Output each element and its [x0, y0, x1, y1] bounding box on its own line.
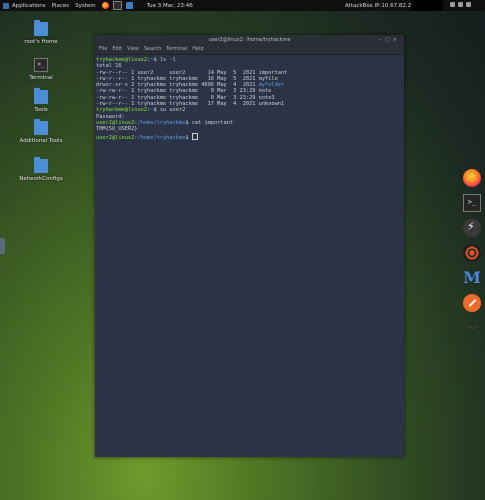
kali-icon[interactable]: ~∿~	[463, 319, 481, 337]
listing-text: drwxr-xr-x 2 tryhackme tryhackme 4096 Ma…	[96, 82, 259, 89]
applications-menu[interactable]: Applications	[12, 3, 46, 9]
side-panel-handle[interactable]	[0, 238, 5, 254]
target-icon[interactable]	[463, 244, 481, 262]
window-controls: –□×	[380, 35, 400, 45]
terminal-menubar: File Edit View Search Terminal Help	[95, 45, 404, 55]
close-icon[interactable]: ×	[393, 37, 400, 43]
applications-menu-icon[interactable]	[3, 2, 9, 9]
menu-search[interactable]: Search	[144, 46, 161, 52]
terminal-window[interactable]: user2@linux2: /home/tryhackme –□× File Ed…	[95, 35, 404, 457]
prompt-user: tryhackme@linux2	[96, 107, 148, 114]
burp-suite-icon[interactable]	[463, 219, 481, 237]
places-menu[interactable]: Places	[52, 3, 70, 9]
firefox-launcher-icon[interactable]	[101, 2, 109, 9]
redacted-area	[411, 0, 443, 11]
top-panel: Applications Places System Tue 3 Mar, 23…	[0, 0, 485, 11]
desktop-icon-roots-home[interactable]: root's Home	[6, 20, 76, 45]
prompt-user: user2@linux2	[96, 134, 135, 141]
menu-file[interactable]: File	[99, 46, 107, 52]
maximize-icon[interactable]: □	[385, 37, 393, 43]
app-launcher-icon[interactable]	[125, 2, 133, 9]
terminal-icon: >_	[34, 58, 48, 72]
menu-help[interactable]: Help	[192, 46, 203, 52]
firefox-icon[interactable]	[463, 169, 481, 187]
prompt-user: tryhackme@linux2	[96, 57, 148, 63]
desktop-icon-additional-tools[interactable]: Additional Tools	[6, 119, 76, 144]
volume-icon[interactable]	[458, 2, 463, 7]
text-cursor	[191, 132, 198, 140]
clock[interactable]: Tue 3 Mar, 23:46	[147, 3, 193, 9]
desktop-icon-terminal[interactable]: >_ Terminal	[6, 58, 76, 81]
folder-icon	[34, 88, 48, 104]
folder-link-icon	[34, 119, 48, 135]
terminal-icon[interactable]: >_	[463, 194, 481, 212]
terminal-launcher-icon[interactable]	[112, 1, 122, 10]
command-text: $ cat important	[185, 119, 234, 126]
directory-name: myfolder	[258, 82, 285, 89]
prompt-path: /home/tryhackme	[137, 134, 186, 141]
attackbox-ip: AttackBox IP:10.67.82.204	[345, 2, 419, 9]
right-dock: >_ M ~∿~	[461, 169, 483, 344]
window-titlebar[interactable]: user2@linux2: /home/tryhackme –□×	[95, 35, 404, 45]
network-icon[interactable]	[450, 2, 455, 7]
desktop-icon-label: Additional Tools	[19, 138, 63, 144]
desktop-icon-label: Tools	[34, 107, 48, 113]
prompt-path: /home/tryhackme	[137, 119, 186, 126]
system-tray	[450, 2, 480, 9]
desktop-icon-label: root's Home	[24, 39, 58, 45]
system-menu[interactable]: System	[75, 3, 96, 9]
menu-terminal[interactable]: Terminal	[166, 46, 187, 52]
desktop-icon-label: Terminal	[29, 75, 53, 81]
desktop-icon-label: NetworkConfigs	[19, 176, 63, 182]
power-icon[interactable]	[466, 2, 471, 7]
menu-view[interactable]: View	[127, 46, 139, 52]
menu-edit[interactable]: Edit	[112, 46, 122, 52]
terminal-output[interactable]: tryhackme@linux2:~$ ls -l total 16 -rw-r--…	[95, 55, 404, 141]
prompt-user: user2@linux2	[96, 119, 135, 126]
window-title: user2@linux2: /home/tryhackme	[208, 37, 291, 43]
terminal-line: user2@linux2:/home/tryhackme$	[96, 132, 404, 141]
desktop-icon-networkconfigs[interactable]: NetworkConfigs	[6, 157, 76, 182]
metasploit-icon[interactable]: M	[463, 269, 481, 287]
folder-icon	[34, 20, 48, 36]
folder-icon	[34, 157, 48, 173]
command-text: $ ls -l	[153, 57, 176, 63]
zap-icon[interactable]	[463, 294, 481, 312]
desktop-icon-tools[interactable]: Tools	[6, 88, 76, 113]
command-text: $ su user2	[153, 107, 186, 114]
